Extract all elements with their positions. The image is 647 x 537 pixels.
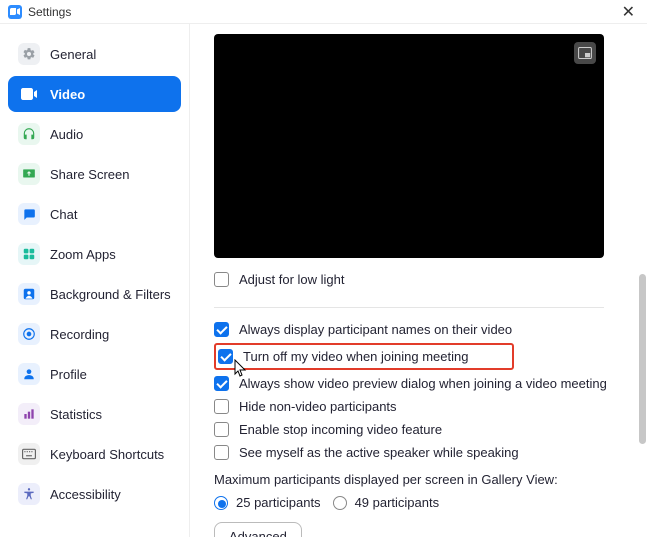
window-title: Settings [28, 5, 71, 19]
option-label: Always show video preview dialog when jo… [239, 376, 607, 391]
option-label: See myself as the active speaker while s… [239, 445, 519, 460]
headphones-icon [18, 123, 40, 145]
sidebar-item-recording[interactable]: Recording [8, 316, 181, 352]
option-display-names[interactable]: Always display participant names on thei… [214, 322, 623, 337]
option-see-myself[interactable]: See myself as the active speaker while s… [214, 445, 623, 460]
checkbox-see-myself[interactable] [214, 445, 229, 460]
recording-icon [18, 323, 40, 345]
profile-icon [18, 363, 40, 385]
radio-25[interactable] [214, 496, 228, 510]
option-label: Enable stop incoming video feature [239, 422, 442, 437]
zoom-app-icon [8, 5, 22, 19]
checkbox-display-names[interactable] [214, 322, 229, 337]
sidebar-item-video[interactable]: Video [8, 76, 181, 112]
share-screen-icon [18, 163, 40, 185]
sidebar-item-label: Share Screen [50, 167, 130, 182]
option-label: Always display participant names on thei… [239, 322, 512, 337]
sidebar-item-background[interactable]: Background & Filters [8, 276, 181, 312]
sidebar-item-zoom-apps[interactable]: Zoom Apps [8, 236, 181, 272]
sidebar-item-label: Keyboard Shortcuts [50, 447, 164, 462]
sidebar-item-label: Statistics [50, 407, 102, 422]
sidebar-item-accessibility[interactable]: Accessibility [8, 476, 181, 512]
radio-49[interactable] [333, 496, 347, 510]
option-hide-non-video[interactable]: Hide non-video participants [214, 399, 623, 414]
highlighted-option: Turn off my video when joining meeting [214, 343, 514, 370]
sidebar-item-statistics[interactable]: Statistics [8, 396, 181, 432]
radio-option-49[interactable]: 49 participants [333, 495, 440, 510]
sidebar-item-label: Recording [50, 327, 109, 342]
radio-label: 49 participants [355, 495, 440, 510]
sidebar-item-general[interactable]: General [8, 36, 181, 72]
checkbox-adjust-low-light[interactable] [214, 272, 229, 287]
radio-option-25[interactable]: 25 participants [214, 495, 321, 510]
titlebar: Settings ✕ [0, 0, 647, 24]
gallery-view-label: Maximum participants displayed per scree… [214, 472, 623, 487]
sidebar-item-share-screen[interactable]: Share Screen [8, 156, 181, 192]
checkbox-turn-off-joining[interactable] [218, 349, 233, 364]
chat-icon [18, 203, 40, 225]
option-adjust-low-light[interactable]: Adjust for low light [214, 272, 623, 287]
advanced-button[interactable]: Advanced [214, 522, 302, 537]
checkbox-preview-dialog[interactable] [214, 376, 229, 391]
sidebar-item-audio[interactable]: Audio [8, 116, 181, 152]
sidebar-item-label: Chat [50, 207, 77, 222]
divider [214, 307, 604, 308]
video-preview [214, 34, 604, 258]
gear-icon [18, 43, 40, 65]
apps-icon [18, 243, 40, 265]
sidebar-item-label: Video [50, 87, 85, 102]
option-label: Adjust for low light [239, 272, 345, 287]
option-stop-incoming[interactable]: Enable stop incoming video feature [214, 422, 623, 437]
sidebar-item-chat[interactable]: Chat [8, 196, 181, 232]
option-label: Turn off my video when joining meeting [243, 349, 468, 364]
sidebar-item-label: General [50, 47, 96, 62]
gallery-radio-group: 25 participants 49 participants [214, 495, 623, 510]
scrollbar-thumb[interactable] [639, 274, 646, 444]
sidebar-item-label: Profile [50, 367, 87, 382]
sidebar-item-label: Audio [50, 127, 83, 142]
accessibility-icon [18, 483, 40, 505]
checkbox-stop-incoming[interactable] [214, 422, 229, 437]
video-icon [18, 83, 40, 105]
option-preview-dialog[interactable]: Always show video preview dialog when jo… [214, 376, 623, 391]
sidebar-item-label: Accessibility [50, 487, 121, 502]
sidebar: General Video Audio Share Screen Chat [0, 24, 190, 537]
sidebar-item-label: Background & Filters [50, 287, 171, 302]
background-icon [18, 283, 40, 305]
sidebar-item-profile[interactable]: Profile [8, 356, 181, 392]
option-label: Hide non-video participants [239, 399, 397, 414]
sidebar-item-keyboard[interactable]: Keyboard Shortcuts [8, 436, 181, 472]
content-panel: Adjust for low light Always display part… [190, 24, 647, 537]
keyboard-icon [18, 443, 40, 465]
sidebar-item-label: Zoom Apps [50, 247, 116, 262]
close-button[interactable]: ✕ [618, 2, 639, 22]
pip-icon[interactable] [574, 42, 596, 64]
radio-label: 25 participants [236, 495, 321, 510]
checkbox-hide-non-video[interactable] [214, 399, 229, 414]
statistics-icon [18, 403, 40, 425]
